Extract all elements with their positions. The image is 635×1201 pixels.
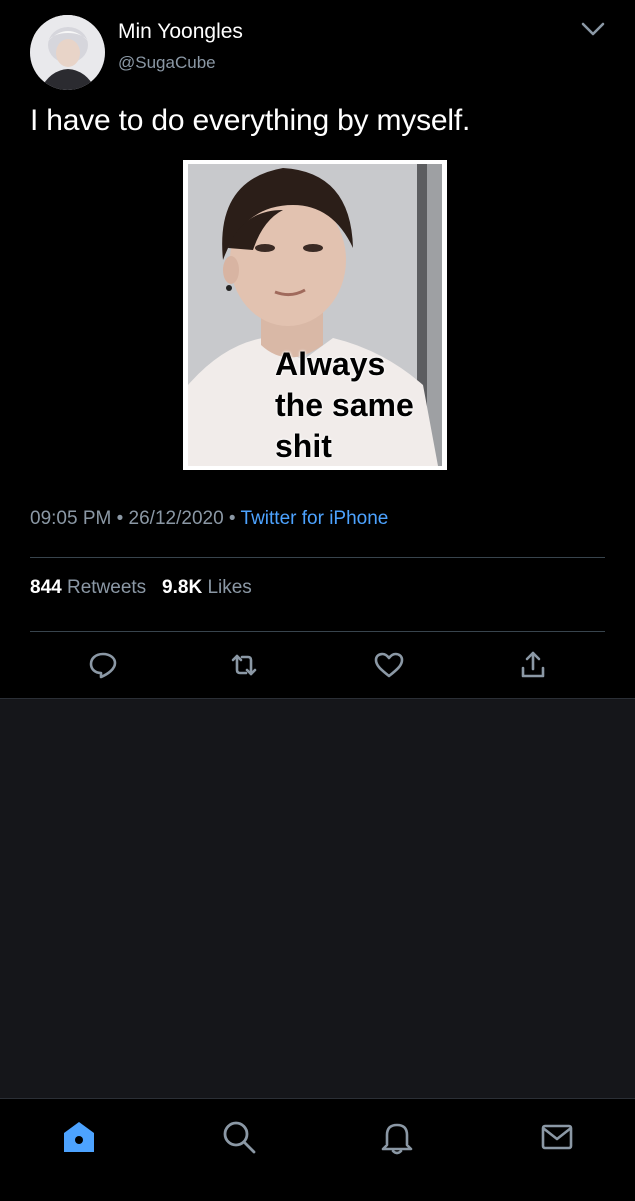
tweet-time: 09:05 PM bbox=[30, 508, 112, 529]
chevron-down-icon[interactable] bbox=[578, 16, 608, 42]
retweets-label: Retweets bbox=[66, 577, 147, 598]
tweet-text: I have to do everything by myself. bbox=[30, 104, 471, 137]
divider bbox=[30, 631, 605, 632]
likes-label: Likes bbox=[207, 577, 252, 598]
image-caption: Always the same shit bbox=[275, 346, 414, 464]
tweet-source-link[interactable]: Twitter for iPhone bbox=[241, 508, 389, 529]
retweet-icon[interactable] bbox=[227, 648, 261, 682]
messages-icon[interactable] bbox=[538, 1118, 576, 1156]
separator-dot: • bbox=[228, 508, 241, 529]
reply-icon[interactable] bbox=[86, 648, 120, 682]
empty-area bbox=[0, 698, 635, 1099]
notifications-icon[interactable] bbox=[378, 1118, 416, 1156]
likes-count: 9.8K bbox=[162, 577, 203, 598]
retweets-count: 844 bbox=[30, 577, 62, 598]
tweet-timestamp: 09:05 PM • 26/12/2020 • Twitter for iPho… bbox=[30, 508, 388, 530]
likes-stat[interactable]: 9.8K Likes bbox=[162, 577, 252, 598]
heart-icon[interactable] bbox=[372, 648, 406, 682]
separator-dot: • bbox=[116, 508, 129, 529]
tweet-detail: Min Yoongles @SugaCube I have to do ever… bbox=[0, 0, 635, 698]
search-icon[interactable] bbox=[220, 1118, 258, 1156]
tweet-stats: 844 Retweets 9.8K Likes bbox=[30, 577, 252, 599]
tweet-date: 26/12/2020 bbox=[128, 508, 224, 529]
author-handle[interactable]: @SugaCube bbox=[118, 53, 216, 73]
tweet-image[interactable]: Always the same shit bbox=[183, 160, 447, 470]
home-icon[interactable] bbox=[60, 1118, 98, 1156]
author-name[interactable]: Min Yoongles bbox=[118, 20, 243, 44]
share-icon[interactable] bbox=[516, 648, 550, 682]
retweets-stat[interactable]: 844 Retweets bbox=[30, 577, 146, 598]
divider bbox=[30, 557, 605, 558]
avatar[interactable] bbox=[30, 15, 105, 90]
